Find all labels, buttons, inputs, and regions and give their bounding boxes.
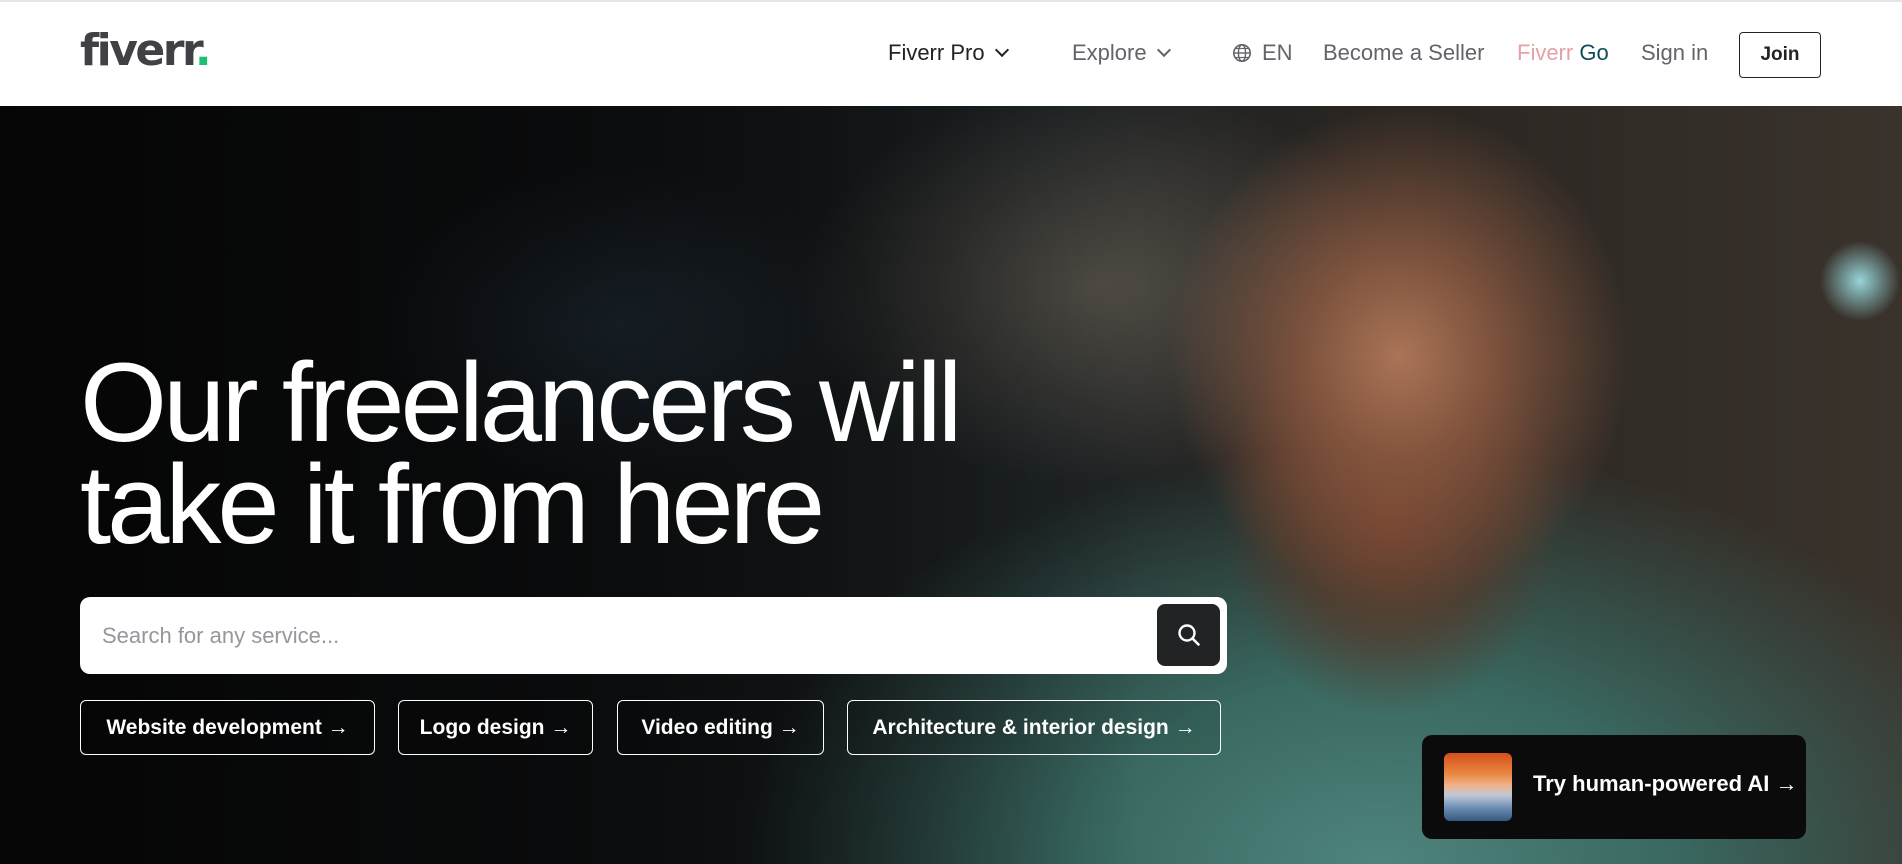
main-nav: Fiverr Pro Explore EN Become a Seller Fi… [0, 2, 1902, 106]
chevron-down-icon [1156, 42, 1171, 58]
globe-icon [1232, 43, 1252, 63]
search-input[interactable] [102, 597, 1102, 674]
search-bar [80, 597, 1227, 674]
nav-explore[interactable]: Explore [1072, 38, 1171, 68]
nav-fiverr-pro[interactable]: Fiverr Pro [888, 38, 1009, 68]
search-button[interactable] [1157, 604, 1220, 666]
search-icon [1176, 622, 1202, 648]
nav-language-label: EN [1262, 40, 1293, 65]
chip-video-editing[interactable]: Video editing → [617, 700, 824, 755]
nav-fiverr-go[interactable]: Fiverr Go [1517, 38, 1609, 68]
chip-website-development[interactable]: Website development → [80, 700, 375, 755]
nav-sign-in[interactable]: Sign in [1641, 38, 1708, 68]
nav-become-seller-label: Become a Seller [1323, 40, 1485, 65]
ai-card-thumbnail [1444, 753, 1512, 821]
hero-headline-line2: take it from here [80, 442, 825, 567]
site-header: fiverr. Fiverr Pro Explore EN Become a S… [0, 2, 1902, 106]
nav-language[interactable]: EN [1232, 38, 1293, 68]
chevron-down-icon [994, 42, 1009, 58]
nav-fiverr-go-label-b: Go [1573, 40, 1609, 65]
nav-explore-label: Explore [1072, 40, 1147, 65]
nav-fiverr-go-label-a: Fiverr [1517, 40, 1574, 65]
join-button[interactable]: Join [1739, 32, 1821, 78]
nav-fiverr-pro-label: Fiverr Pro [888, 40, 985, 65]
nav-sign-in-label: Sign in [1641, 40, 1709, 65]
chip-architecture-interior-design[interactable]: Architecture & interior design → [847, 700, 1221, 755]
chip-logo-design[interactable]: Logo design → [398, 700, 593, 755]
hero-headline-line1: Our freelancers will [80, 340, 963, 465]
hero-headline: Our freelancers will take it from here [80, 340, 1060, 567]
nav-become-seller[interactable]: Become a Seller [1323, 38, 1484, 68]
ai-card-label: Try human-powered AI → [1533, 771, 1798, 796]
human-powered-ai-card[interactable]: Try human-powered AI → [1422, 735, 1806, 839]
